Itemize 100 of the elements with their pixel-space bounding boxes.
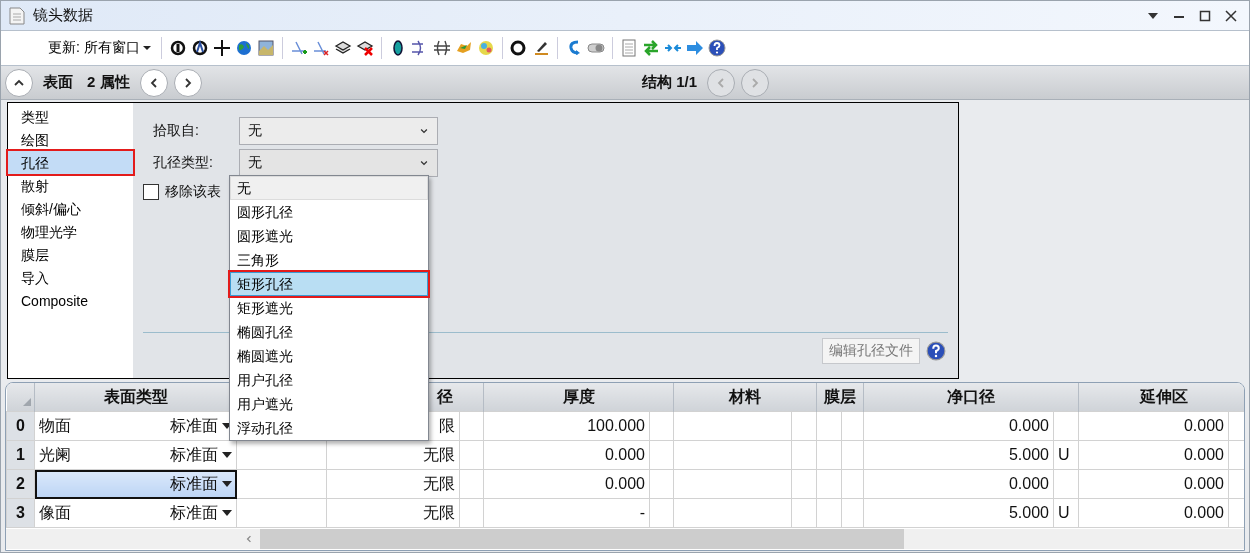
column-header: 径 [437,387,453,405]
row-number: 2 [6,469,35,499]
dropdown-option[interactable]: 圆形孔径 [230,200,428,224]
previous-button[interactable] [139,68,168,97]
dropdown-option[interactable]: 矩形遮光 [230,296,428,320]
surface-type: 标准面 [170,502,218,523]
caret-icon[interactable] [222,510,232,516]
section-label: 表面 [42,73,74,92]
row-number: 0 [6,411,35,441]
solve-type-label: U [1058,446,1070,463]
move-cross-icon[interactable] [212,39,231,57]
clear-semi-diameter-value: 5.000 [1008,504,1049,521]
surface-type-cell[interactable]: 像面 标准面 [34,498,237,528]
thickness-value: 0.000 [604,475,645,492]
sidebar-item[interactable]: 绘图 [8,128,133,151]
thickness-value: - [639,504,645,521]
solve-type-label: U [1058,504,1070,521]
properties-label: 2 属性 [86,73,131,92]
radius-value: 无限 [423,474,455,492]
next-button[interactable] [173,68,202,97]
extension-value: 0.000 [1183,504,1224,521]
dropdown-option[interactable]: 三角形 [230,248,428,272]
row-number: 3 [6,498,35,528]
close-icon[interactable] [1225,9,1237,22]
help-icon[interactable] [707,39,726,57]
aperture-type-select[interactable]: 无 [239,149,438,177]
surface-name: 光阑 [39,444,71,465]
field-label: 孔径类型: [152,154,214,172]
radius-value: 无限 [423,445,455,463]
column-header: 表面类型 [103,387,168,405]
maximize-icon[interactable] [1199,9,1211,22]
column-header: 膜层 [824,387,856,405]
extension-value: 0.000 [1183,417,1224,434]
surface-type-cell[interactable]: 标准面 [34,469,237,499]
right-arrow-icon[interactable] [685,39,704,57]
stack-delete-icon[interactable] [355,39,374,57]
sidebar-item[interactable]: 散射 [8,174,133,197]
surface-name: 物面 [39,415,71,436]
corner-icon [22,398,31,406]
map-icon[interactable] [256,39,275,57]
row-number: 1 [6,440,35,470]
dropdown-option[interactable]: 无 [230,176,428,200]
radius-value: 无限 [423,503,455,521]
line-cross-icon[interactable] [311,39,330,57]
dropdown-option[interactable]: 椭圆孔径 [230,320,428,344]
clear-semi-diameter-value: 0.000 [1008,475,1049,492]
ring-icon[interactable] [509,39,528,57]
sidebar-item[interactable]: 孔径 [8,151,133,174]
scrollbar-thumb[interactable] [260,529,904,549]
spot-map-icon[interactable] [476,39,495,57]
help-icon[interactable] [926,341,946,361]
caret-icon[interactable] [222,452,232,458]
window-title: 镜头数据 [33,6,94,25]
chevron-down-icon [419,158,429,168]
chevron-down-icon [419,126,429,136]
caret-icon[interactable] [222,481,232,487]
sidebar-item[interactable]: Composite [8,289,133,312]
thickness-value: 0.000 [604,446,645,463]
sidebar-item[interactable]: 导入 [8,266,133,289]
clear-semi-diameter-value: 5.000 [1008,446,1049,463]
field-label: 拾取自: [152,122,200,140]
surface-name: 像面 [39,502,71,523]
checkbox-label: 移除该表 [165,183,221,201]
line-plus-icon[interactable] [289,39,308,57]
surface-type: 标准面 [170,415,218,436]
dropdown-option[interactable]: 椭圆遮光 [230,344,428,368]
update-dropdown[interactable]: 更新: 所有窗口 [45,39,154,57]
doublet-icon[interactable] [432,39,451,57]
swap-arrows-icon[interactable] [641,39,660,57]
globe-icon[interactable] [234,39,253,57]
sidebar-item[interactable]: 倾斜/偏心 [8,197,133,220]
rotate-letter-icon[interactable] [190,39,209,57]
column-header: 净口径 [947,387,995,405]
dropdown-icon[interactable] [1147,11,1159,20]
pick-from-select[interactable]: 无 [239,117,438,145]
radius-value: 限 [439,416,455,434]
column-header: 厚度 [562,387,595,405]
dropdown-option[interactable]: 圆形遮光 [230,224,428,248]
sidebar-item[interactable]: 膜层 [8,243,133,266]
dropdown-option[interactable]: 用户孔径 [230,368,428,392]
surface-type: 标准面 [170,473,218,494]
sidebar-item[interactable]: 类型 [8,105,133,128]
thickness-value: 100.000 [587,417,645,434]
extension-value: 0.000 [1183,475,1224,492]
clear-semi-diameter-value: 0.000 [1008,417,1049,434]
extension-value: 0.000 [1183,446,1224,463]
caret-icon [142,45,151,51]
dropdown-option[interactable]: 矩形孔径 [230,272,428,296]
checkbox[interactable] [143,184,159,200]
structure-label: 结构 1/1 [640,73,698,92]
rotate-one-icon[interactable] [168,39,187,57]
chevron-left-icon [244,534,254,544]
surface-type: 标准面 [170,444,218,465]
collapse-button[interactable] [5,68,33,97]
column-header: 材料 [729,387,761,405]
document-icon [9,6,25,25]
horizontal-scrollbar[interactable] [6,529,1244,549]
surface-type-cell[interactable]: 光阑 标准面 [34,440,237,470]
column-header: 延伸区 [1140,387,1188,405]
sidebar-item[interactable]: 物理光学 [8,220,133,243]
